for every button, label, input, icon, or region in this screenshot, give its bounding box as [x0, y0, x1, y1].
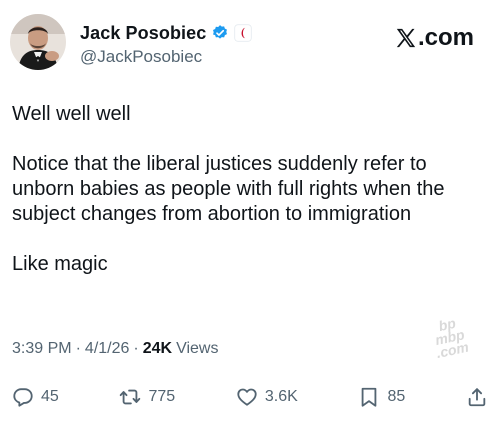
bookmark-icon — [362, 387, 377, 407]
meta-separator: · — [75, 340, 81, 357]
action-bar: 45 775 3.6K 85 — [12, 382, 488, 412]
affiliate-icon[interactable] — [234, 24, 252, 42]
handle[interactable]: @JackPosobiec — [80, 47, 252, 67]
tweet-paragraph: Well well well — [12, 103, 131, 125]
views-count: 24K — [142, 340, 173, 357]
name-row: Jack Posobiec — [80, 21, 252, 45]
tweet-header: Jack Posobiec @JackPosobiec .com — [10, 14, 490, 74]
author-info: Jack Posobiec @JackPosobiec — [80, 21, 252, 67]
meta-separator: · — [133, 340, 139, 357]
reply-button[interactable]: 45 — [12, 386, 59, 408]
site-label: .com — [417, 24, 474, 51]
tweet-paragraph: Like magic — [12, 253, 108, 275]
tweet-card: Jack Posobiec @JackPosobiec .com Well we… — [0, 0, 500, 427]
bookmark-count: 85 — [387, 388, 406, 405]
tweet-meta: 3:39 PM · 4/1/26 · 24K Views — [12, 340, 218, 358]
verified-icon — [211, 24, 229, 42]
avatar[interactable] — [10, 14, 66, 70]
like-button[interactable]: 3.6K — [236, 386, 298, 408]
repost-button[interactable]: 775 — [119, 386, 175, 408]
tweet-paragraph: Notice that the liberal justices suddenl… — [12, 153, 445, 225]
share-icon — [468, 388, 486, 407]
x-logo-icon — [396, 28, 416, 48]
site-logo: .com — [395, 24, 474, 52]
like-icon — [237, 388, 257, 406]
like-count: 3.6K — [264, 388, 298, 405]
display-name[interactable]: Jack Posobiec — [80, 23, 206, 44]
share-button[interactable] — [466, 386, 488, 408]
repost-count: 775 — [148, 388, 176, 405]
bookmark-button[interactable]: 85 — [358, 386, 405, 408]
views-label: Views — [176, 340, 219, 357]
reply-icon — [13, 388, 33, 407]
tweet-date[interactable]: 4/1/26 — [85, 340, 129, 358]
tweet-time[interactable]: 3:39 PM — [12, 340, 72, 358]
tweet-text: Well well well Notice that the liberal j… — [12, 102, 482, 302]
reply-count: 45 — [41, 388, 59, 405]
repost-icon — [120, 389, 141, 405]
watermark: bp mbp .com — [415, 312, 486, 374]
